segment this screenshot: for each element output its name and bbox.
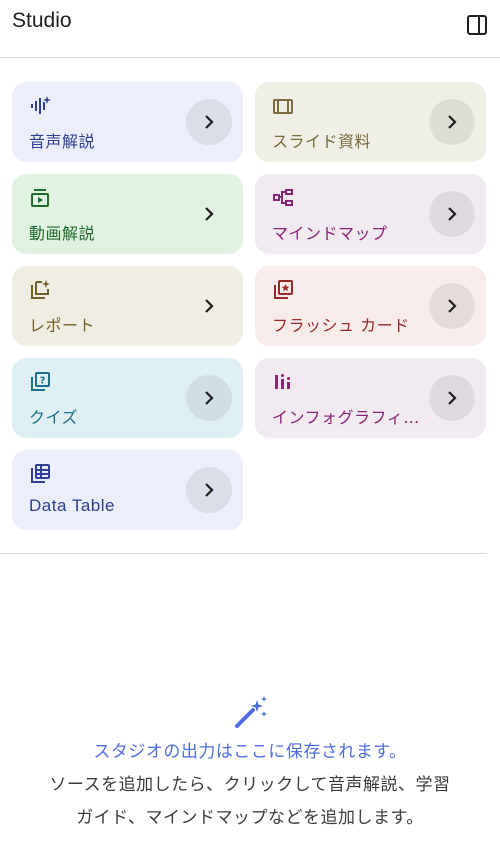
section-divider [0,553,487,554]
side-panel-icon[interactable] [464,12,490,38]
audio-waveform-icon [29,95,51,117]
open-arrow-button[interactable] [186,191,232,237]
open-arrow-button[interactable] [186,375,232,421]
infographic-icon [272,371,294,393]
card-report[interactable]: レポート [12,266,243,346]
open-arrow-button[interactable] [186,283,232,329]
card-data-table[interactable]: Data Table [12,450,243,530]
open-arrow-button[interactable] [186,467,232,513]
card-quiz[interactable]: ? クイズ [12,358,243,438]
panel-title: Studio [12,9,72,32]
card-video-overview[interactable]: 動画解説 [12,174,243,254]
mind-map-icon [272,187,294,209]
report-icon [29,279,51,301]
studio-header: Studio [0,0,500,58]
card-label: 音声解説 [29,132,96,151]
open-arrow-button[interactable] [186,99,232,145]
empty-state-description: ソースを追加したら、クリックして音声解説、学習 [49,775,451,795]
card-slides[interactable]: スライド資料 [255,82,486,162]
video-icon [29,187,51,209]
card-infographic[interactable]: インフォグラフィ… [255,358,486,438]
card-label: Data Table [29,496,115,515]
card-label: レポート [29,316,96,335]
open-arrow-button[interactable] [429,99,475,145]
card-label: マインドマップ [272,224,388,243]
card-label: インフォグラフィ… [272,408,420,427]
card-label: 動画解説 [29,224,96,243]
open-arrow-button[interactable] [429,191,475,237]
open-arrow-button[interactable] [429,375,475,421]
svg-text:?: ? [40,376,46,387]
card-label: スライド資料 [272,132,372,151]
card-label: クイズ [29,408,79,427]
open-arrow-button[interactable] [429,283,475,329]
card-flash-cards[interactable]: フラッシュ カード [255,266,486,346]
empty-state-title: スタジオの出力はここに保存されます。 [93,742,407,762]
card-label: フラッシュ カード [272,316,410,335]
magic-wand-icon [231,694,269,732]
slides-icon [272,95,294,117]
card-audio-overview[interactable]: 音声解説 [12,82,243,162]
table-icon [29,463,51,485]
flash-card-icon [272,279,294,301]
quiz-icon: ? [29,371,51,393]
card-mind-map[interactable]: マインドマップ [255,174,486,254]
empty-state-description-2: ガイド、マインドマップなどを追加します。 [76,808,424,828]
